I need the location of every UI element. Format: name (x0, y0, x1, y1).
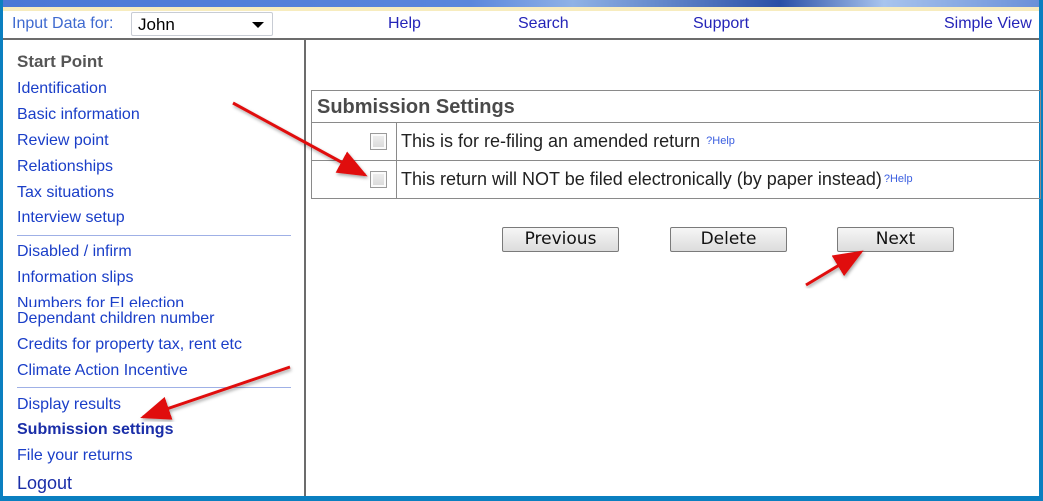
sidebar-item-tax-situations[interactable]: Tax situations (17, 184, 114, 202)
sidebar-item-relationships[interactable]: Relationships (17, 158, 113, 176)
sidebar-item-disabled-infirm[interactable]: Disabled / infirm (17, 243, 132, 261)
header-bar: Input Data for: John Help Search Support… (3, 11, 1039, 40)
previous-button[interactable]: Previous (502, 227, 619, 252)
amended-return-checkbox[interactable] (370, 133, 387, 150)
next-button[interactable]: Next (837, 227, 954, 252)
option-row: This return will NOT be filed electronic… (312, 161, 1040, 198)
chevron-down-icon (252, 22, 264, 28)
sidebar-divider (17, 387, 291, 388)
sidebar-item-property-tax-credits[interactable]: Credits for property tax, rent etc (17, 336, 242, 354)
input-data-label: Input Data for: (12, 15, 114, 32)
amended-return-label: This is for re-filing an amended return (401, 131, 701, 151)
main-panel: Submission Settings This is for re-filin… (306, 40, 1041, 496)
sidebar-item-ei-election[interactable]: Numbers for EI election (17, 295, 184, 307)
support-link[interactable]: Support (693, 15, 749, 33)
section-title: Submission Settings (312, 91, 1040, 123)
person-select-value: John (138, 15, 175, 34)
amended-return-help-link[interactable]: ?Help (706, 135, 735, 147)
sidebar-item-information-slips[interactable]: Information slips (17, 269, 134, 287)
submission-settings-panel: Submission Settings This is for re-filin… (311, 90, 1041, 199)
sidebar-divider (17, 235, 291, 236)
sidebar-item-identification[interactable]: Identification (17, 80, 107, 98)
paper-filing-checkbox[interactable] (370, 171, 387, 188)
top-banner (3, 0, 1039, 7)
simple-view-link[interactable]: Simple View (944, 15, 1032, 33)
sidebar-item-review-point[interactable]: Review point (17, 132, 109, 150)
option-label-cell: This return will NOT be filed electronic… (397, 161, 913, 198)
sidebar-heading-start-point[interactable]: Start Point (17, 52, 103, 72)
checkbox-cell (312, 123, 397, 160)
app-frame: Input Data for: John Help Search Support… (3, 0, 1041, 496)
sidebar-item-display-results[interactable]: Display results (17, 396, 121, 414)
checkbox-cell (312, 161, 397, 198)
sidebar-item-dependant-children[interactable]: Dependant children number (17, 310, 214, 328)
paper-filing-help-link[interactable]: ?Help (884, 173, 913, 185)
logout-link[interactable]: Logout (17, 473, 72, 494)
sidebar-item-interview-setup[interactable]: Interview setup (17, 209, 125, 227)
help-link[interactable]: Help (388, 15, 421, 33)
person-select[interactable]: John (131, 12, 273, 36)
option-row: This is for re-filing an amended return?… (312, 123, 1040, 161)
sidebar: Start Point Identification Basic informa… (3, 40, 306, 496)
paper-filing-label: This return will NOT be filed electronic… (401, 169, 882, 189)
delete-button[interactable]: Delete (670, 227, 787, 252)
sidebar-item-submission-settings[interactable]: Submission settings (17, 421, 173, 439)
sidebar-item-file-returns[interactable]: File your returns (17, 447, 133, 465)
option-label-cell: This is for re-filing an amended return?… (397, 123, 735, 160)
sidebar-item-basic-information[interactable]: Basic information (17, 106, 140, 124)
search-link[interactable]: Search (518, 15, 569, 33)
sidebar-item-climate-action[interactable]: Climate Action Incentive (17, 362, 188, 380)
